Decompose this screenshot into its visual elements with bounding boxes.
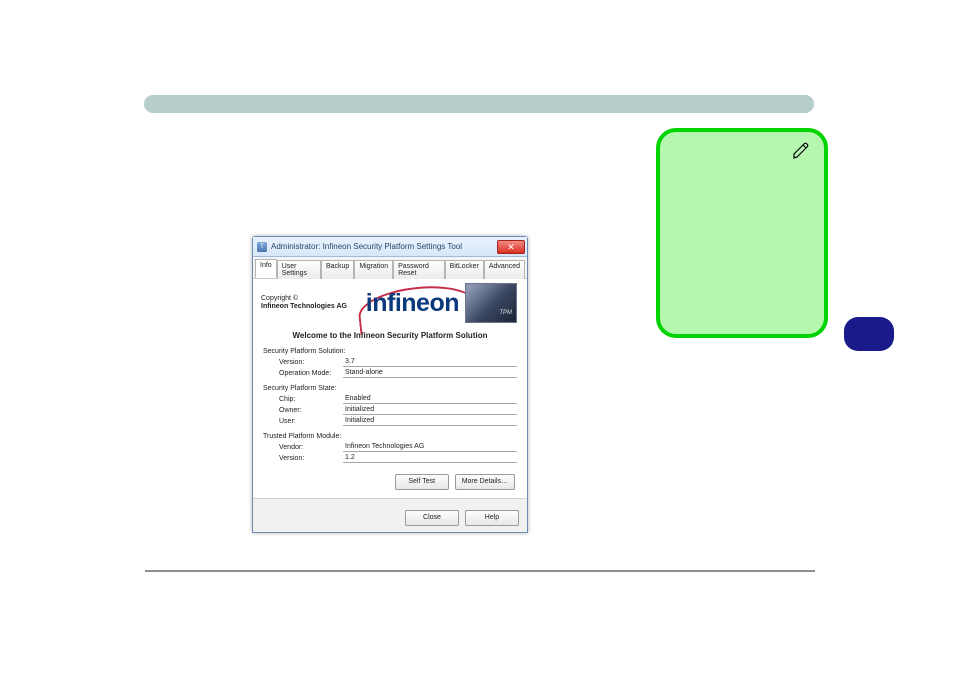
value-chip: Enabled — [343, 394, 517, 404]
pen-icon — [792, 142, 810, 160]
page-tab — [844, 317, 894, 351]
tab-info[interactable]: Info — [255, 259, 277, 278]
copyright-line1: Copyright © — [261, 295, 347, 303]
row-tpm-version: Version: 1.2 — [279, 453, 517, 463]
label-user: User: — [279, 418, 343, 425]
section-tpm-title: Trusted Platform Module: — [263, 433, 517, 440]
label-operation-mode: Operation Mode: — [279, 370, 343, 377]
value-owner: Initialized — [343, 405, 517, 415]
tab-bitlocker[interactable]: BitLocker — [445, 260, 484, 279]
test-button-row: Self Test More Details… — [253, 468, 527, 492]
value-tpm-version: 1.2 — [343, 453, 517, 463]
value-solution-version: 3.7 — [343, 357, 517, 367]
tab-backup[interactable]: Backup — [321, 260, 354, 279]
self-test-button[interactable]: Self Test — [395, 474, 449, 490]
section-solution-title: Security Platform Solution: — [263, 348, 517, 355]
tab-advanced[interactable]: Advanced — [484, 260, 525, 279]
footer-rule — [145, 570, 815, 572]
row-vendor: Vendor: Infineon Technologies AG — [279, 442, 517, 452]
infineon-logo: infineon — [366, 289, 459, 318]
row-owner: Owner: Initialized — [279, 405, 517, 415]
label-vendor: Vendor: — [279, 444, 343, 451]
section-tpm: Trusted Platform Module: Vendor: Infineo… — [253, 433, 527, 468]
row-chip: Chip: Enabled — [279, 394, 517, 404]
section-state-title: Security Platform State: — [263, 385, 517, 392]
tab-strip: Info User Settings Backup Migration Pass… — [253, 257, 527, 279]
value-vendor: Infineon Technologies AG — [343, 442, 517, 452]
window-footer: Close Help — [253, 504, 527, 532]
row-operation-mode: Operation Mode: Stand-alone — [279, 368, 517, 378]
window-close-button[interactable]: ✕ — [497, 240, 525, 254]
chip-label: TPM — [499, 310, 512, 316]
value-user: Initialized — [343, 416, 517, 426]
help-button[interactable]: Help — [465, 510, 519, 526]
close-button[interactable]: Close — [405, 510, 459, 526]
tpm-chip-image: TPM — [465, 283, 517, 323]
logo-text: infineon — [366, 289, 459, 318]
tab-migration[interactable]: Migration — [354, 260, 393, 279]
titlebar: T Administrator: Infineon Security Platf… — [253, 237, 527, 257]
tab-password-reset[interactable]: Password Reset — [393, 260, 445, 279]
label-chip: Chip: — [279, 396, 343, 403]
row-user: User: Initialized — [279, 416, 517, 426]
app-icon: T — [257, 242, 267, 252]
logo-row: Copyright © Infineon Technologies AG inf… — [253, 279, 527, 329]
window-title: Administrator: Infineon Security Platfor… — [271, 242, 497, 251]
logo-wrap: infineon TPM — [347, 283, 519, 323]
value-operation-mode: Stand-alone — [343, 368, 517, 378]
settings-window: T Administrator: Infineon Security Platf… — [252, 236, 528, 533]
copyright: Copyright © Infineon Technologies AG — [261, 295, 347, 310]
note-callout — [656, 128, 828, 338]
more-details-button[interactable]: More Details… — [455, 474, 515, 490]
copyright-line2: Infineon Technologies AG — [261, 303, 347, 311]
label-owner: Owner: — [279, 407, 343, 414]
tab-user-settings[interactable]: User Settings — [277, 260, 321, 279]
row-solution-version: Version: 3.7 — [279, 357, 517, 367]
section-state: Security Platform State: Chip: Enabled O… — [253, 385, 527, 431]
tab-body: Copyright © Infineon Technologies AG inf… — [253, 279, 527, 498]
section-heading-bar — [144, 95, 814, 113]
section-solution: Security Platform Solution: Version: 3.7… — [253, 348, 527, 383]
label-solution-version: Version: — [279, 359, 343, 366]
label-tpm-version: Version: — [279, 455, 343, 462]
